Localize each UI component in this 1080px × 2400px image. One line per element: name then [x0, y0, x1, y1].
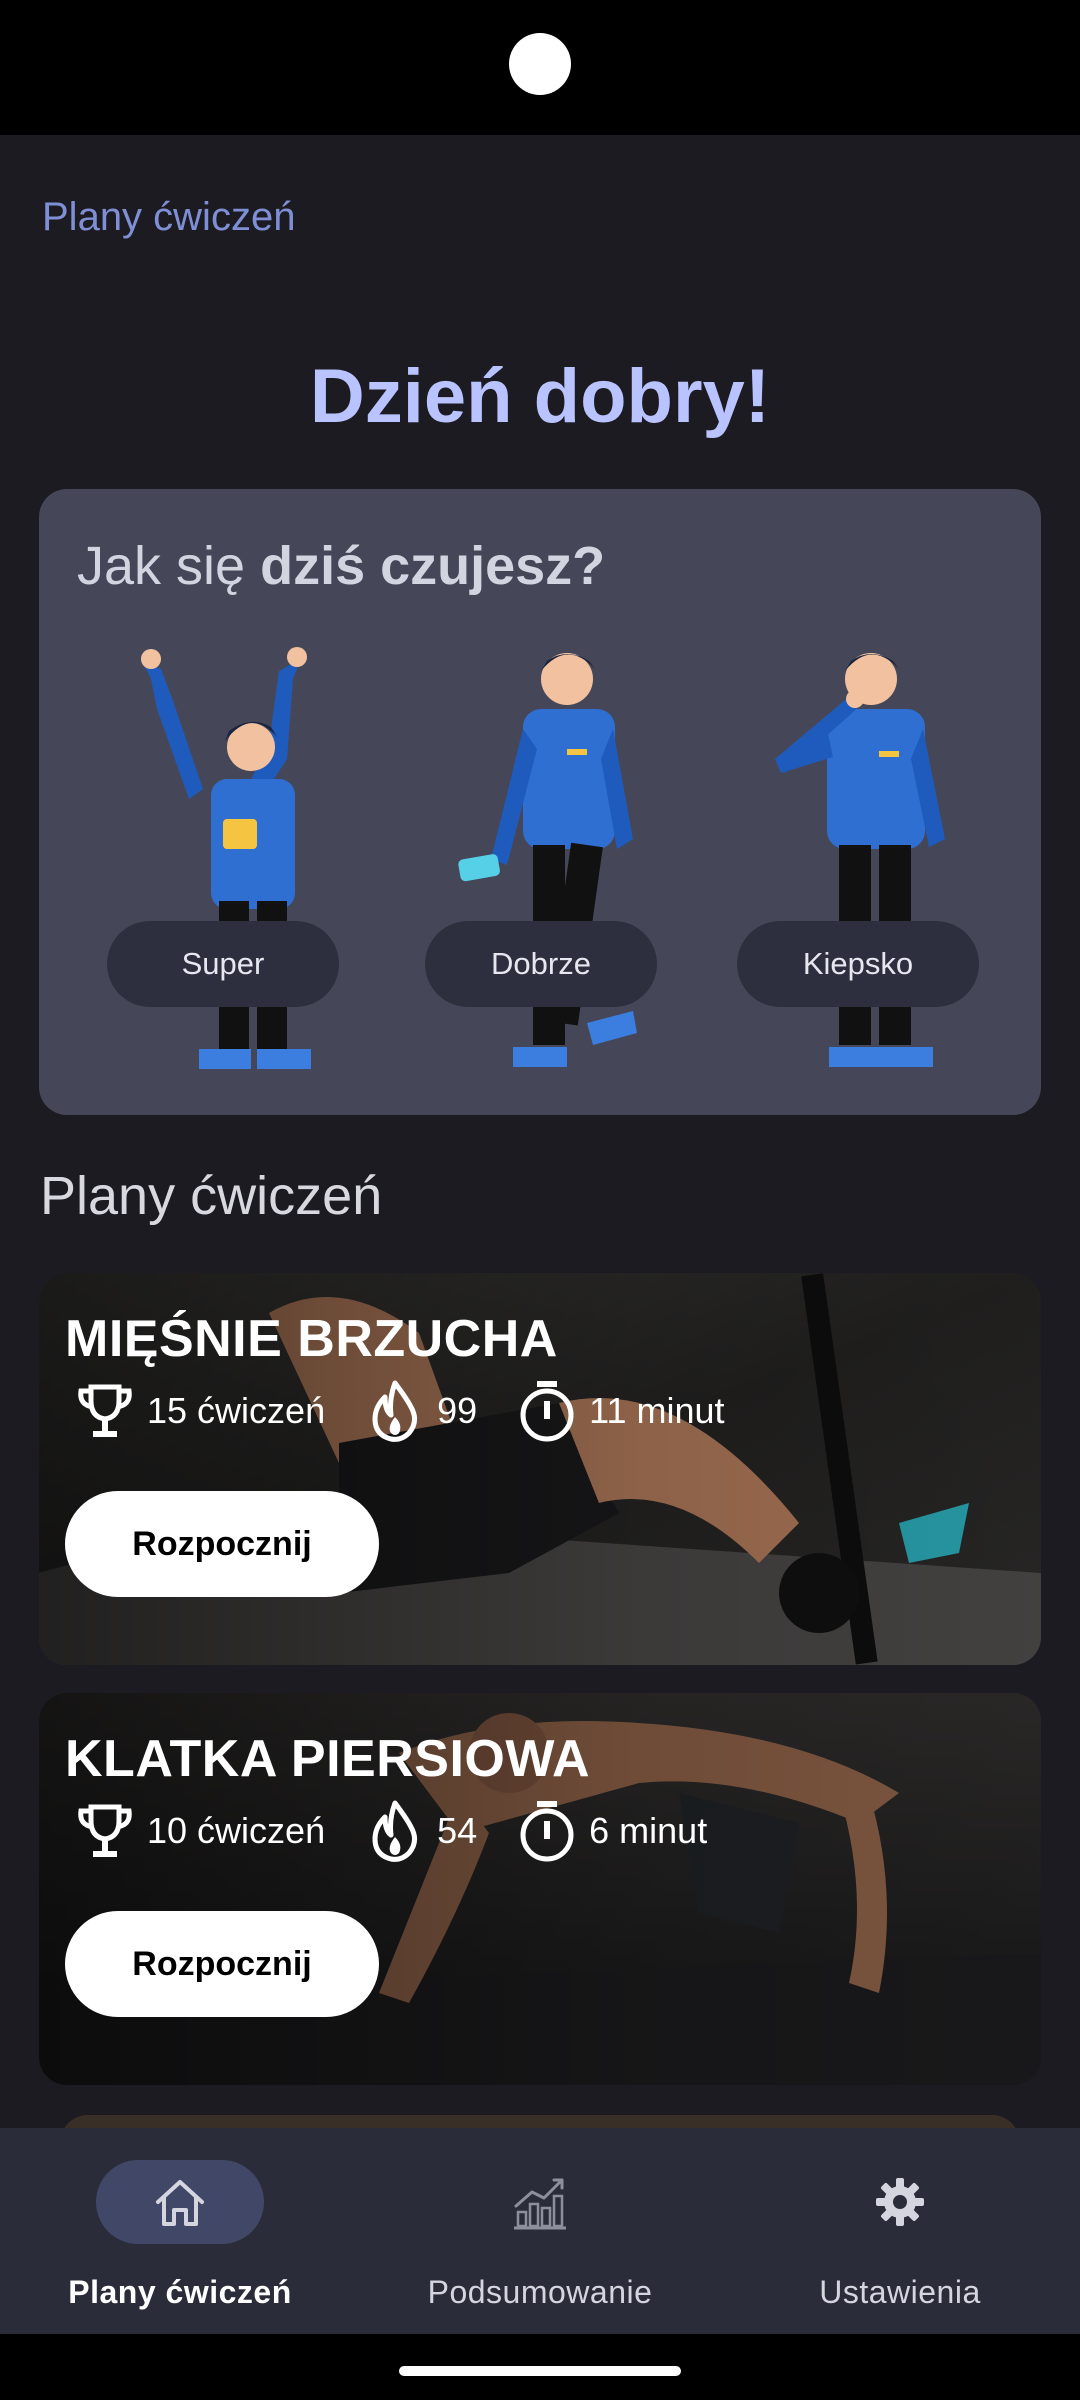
trophy-icon — [78, 1384, 132, 1437]
nav-label-plany: Plany ćwiczeń — [68, 2274, 292, 2310]
duration-value: 11 minut — [589, 1390, 725, 1431]
mood-card: Jak się dziś czujesz? Super Dobrze Kieps… — [39, 489, 1041, 1115]
chart-icon — [514, 2178, 566, 2230]
nav-label-podsumowanie: Podsumowanie — [427, 2274, 653, 2310]
exercises-stat: 10 ćwiczeń — [71, 1797, 325, 1865]
person-holding-phone-illustration — [458, 653, 637, 1067]
gear-icon — [876, 2178, 924, 2226]
duration-stat: 6 minut — [513, 1797, 707, 1865]
start-chest-button[interactable]: Rozpocznij — [65, 1911, 379, 2017]
app-title: Plany ćwiczeń — [42, 195, 296, 239]
exercises-stat: 15 ćwiczeń — [71, 1377, 325, 1445]
person-celebrating-illustration — [141, 647, 311, 1069]
calories-value: 99 — [437, 1390, 478, 1431]
flame-icon — [372, 1800, 418, 1862]
start-abs-button[interactable]: Rozpocznij — [65, 1491, 379, 1597]
mood-super-button[interactable]: Super — [107, 921, 339, 1007]
home-indicator[interactable] — [399, 2366, 681, 2376]
nav-item-ustawienia[interactable]: Ustawienia — [720, 2128, 1080, 2334]
plan-card-chest[interactable]: KLATKA PIERSIOWA 10 ćwiczeń 54 6 minut R… — [39, 1693, 1041, 2085]
greeting-heading: Dzień dobry! — [309, 354, 771, 439]
duration-stat: 11 minut — [513, 1377, 725, 1445]
mood-question-prefix: Jak się — [77, 536, 261, 596]
nav-item-podsumowanie[interactable]: Podsumowanie — [360, 2128, 720, 2334]
calories-stat: 99 — [361, 1377, 477, 1445]
nav-item-plany[interactable]: Plany ćwiczeń — [0, 2128, 360, 2334]
mood-dobrze-button[interactable]: Dobrze — [425, 921, 657, 1007]
calories-value: 54 — [437, 1810, 478, 1851]
plan-stats: 15 ćwiczeń 99 11 minut — [71, 1373, 761, 1449]
status-bar — [0, 0, 1080, 135]
mood-kiepsko-button[interactable]: Kiepsko — [737, 921, 979, 1007]
stopwatch-icon — [520, 1801, 574, 1862]
trophy-icon — [78, 1804, 132, 1857]
plan-stats: 10 ćwiczeń 54 6 minut — [71, 1793, 743, 1869]
calories-stat: 54 — [361, 1797, 477, 1865]
app-screen: Plany ćwiczeń Dzień dobry! Jak się dziś … — [0, 135, 1080, 2334]
plans-section-title: Plany ćwiczeń — [40, 1166, 383, 1226]
flame-icon — [372, 1380, 418, 1442]
plan-card-abs[interactable]: MIĘŚNIE BRZUCHA 15 ćwiczeń 99 11 minut R… — [39, 1273, 1041, 1665]
mood-question-bold: dziś czujesz? — [260, 536, 606, 596]
home-icon — [156, 2180, 204, 2226]
exercises-count: 15 ćwiczeń — [147, 1390, 326, 1431]
exercises-count: 10 ćwiczeń — [147, 1810, 326, 1851]
nav-label-ustawienia: Ustawienia — [819, 2274, 981, 2310]
plan-title: MIĘŚNIE BRZUCHA — [65, 1310, 558, 1368]
duration-value: 6 minut — [589, 1810, 708, 1851]
stopwatch-icon — [520, 1381, 574, 1442]
plan-title: KLATKA PIERSIOWA — [65, 1730, 591, 1788]
mood-question: Jak się dziś czujesz? — [77, 535, 605, 597]
person-thinking-illustration — [775, 653, 945, 1067]
bottom-navigation: Plany ćwiczeń Podsumowanie Ustawienia — [0, 2128, 1080, 2334]
camera-cutout — [509, 33, 571, 95]
